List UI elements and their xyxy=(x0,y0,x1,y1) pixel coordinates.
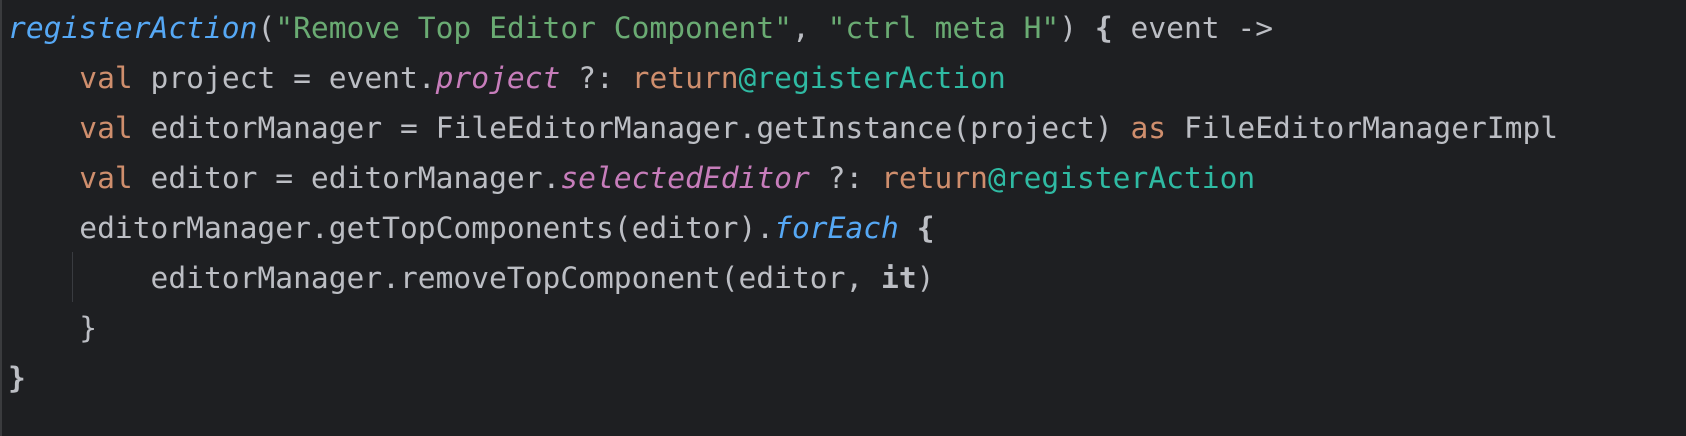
code-line[interactable]: } xyxy=(8,303,1558,353)
code-token-fn: forEach xyxy=(774,211,899,245)
code-token-str: "Remove Top Editor Component" xyxy=(275,11,792,45)
code-token-label: @registerAction xyxy=(738,61,1006,95)
code-token-plain: editorManager.getTopComponents(editor). xyxy=(8,211,775,245)
code-token-bold: { xyxy=(1094,11,1113,45)
code-token-prop: project xyxy=(435,61,561,95)
code-editor[interactable]: registerAction("Remove Top Editor Compon… xyxy=(8,3,1558,403)
code-token-fn: registerAction xyxy=(8,11,258,45)
code-line[interactable]: } xyxy=(8,353,1558,403)
code-token-plain: , xyxy=(791,11,828,45)
code-token-plain: ) xyxy=(1059,11,1095,45)
code-token-label: @registerAction xyxy=(987,161,1256,195)
editor-left-border xyxy=(0,0,2,436)
code-token-plain: project = event. xyxy=(132,61,436,95)
code-token-kw: val xyxy=(79,61,133,95)
code-token-plain: editorManager = FileEditorManager.getIns… xyxy=(132,111,1131,145)
code-token-plain: ?: xyxy=(560,61,632,95)
code-line[interactable]: registerAction("Remove Top Editor Compon… xyxy=(8,3,1558,53)
code-token-plain: ?: xyxy=(809,161,882,195)
code-token-bold: { xyxy=(916,211,935,245)
code-token-str: "ctrl meta H" xyxy=(827,11,1060,45)
code-token-prop: selectedEditor xyxy=(560,161,810,195)
code-line[interactable]: val project = event.project ?: return@re… xyxy=(8,53,1558,103)
code-token-kw: return xyxy=(631,61,739,95)
code-line[interactable]: val editor = editorManager.selectedEdito… xyxy=(8,153,1558,203)
code-token-plain: ) xyxy=(916,261,935,295)
code-token-plain: editorManager.removeTopComponent(editor, xyxy=(8,261,882,295)
code-token-plain: editor = editorManager. xyxy=(132,161,561,195)
code-token-bold: it xyxy=(881,261,917,295)
code-token-plain: ( xyxy=(257,11,276,45)
code-token-plain: } xyxy=(8,311,98,345)
code-line[interactable]: editorManager.getTopComponents(editor).f… xyxy=(8,203,1558,253)
code-token-plain: FileEditorManagerImpl xyxy=(1166,111,1559,145)
code-token-kw: val xyxy=(79,111,133,145)
code-line[interactable]: val editorManager = FileEditorManager.ge… xyxy=(8,103,1558,153)
code-token-bold: } xyxy=(8,361,26,395)
code-token-kw: as xyxy=(1130,111,1167,145)
code-line[interactable]: editorManager.removeTopComponent(editor,… xyxy=(8,253,1558,303)
code-token-plain: event -> xyxy=(1112,11,1274,45)
code-token-kw: val xyxy=(79,161,133,195)
code-token-kw: return xyxy=(881,161,988,195)
